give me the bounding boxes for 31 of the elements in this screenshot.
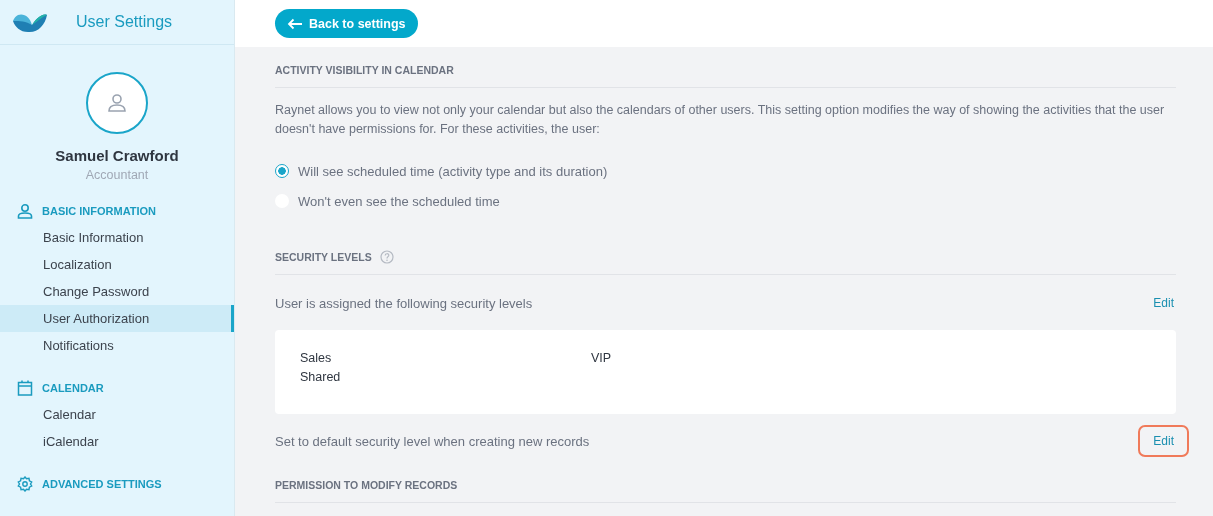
section-heading: BASIC INFORMATION <box>42 205 157 217</box>
person-icon <box>17 203 33 219</box>
nav-item[interactable]: Change Password <box>0 278 234 305</box>
nav-item[interactable]: Calendar <box>0 401 234 428</box>
nav-item[interactable]: Localization <box>0 251 234 278</box>
section-heading: SECURITY LEVELS <box>275 251 372 263</box>
field-label: Set to default security level when creating new records <box>275 433 590 449</box>
radio-option[interactable]: Won't even see the scheduled time <box>275 192 1176 210</box>
field-label: User is assigned the following security levels <box>275 295 533 311</box>
nav-item[interactable]: User Authorization <box>0 305 234 332</box>
radio-button[interactable] <box>275 164 289 178</box>
security-level: Shared <box>300 370 342 384</box>
section-heading: PERMISSION TO MODIFY RECORDS <box>275 479 458 491</box>
section-heading: ACTIVITY VISIBILITY IN CALENDAR <box>275 64 454 76</box>
description: Raynet allows you to view not only your calendar but also the calendars of other users. This setting option modifies the way of showing the activities that the user doesn't have permissions for. For these activities, the user: <box>275 102 1166 138</box>
security-level: VIP <box>591 351 613 365</box>
settings-icon <box>17 476 33 492</box>
nav-item[interactable]: Notifications <box>0 332 234 359</box>
arrow-left-icon <box>287 17 303 30</box>
app-title: User Settings <box>76 13 173 31</box>
user-icon <box>107 93 127 113</box>
radio-option[interactable]: Will see scheduled time (activity type and its duration) <box>275 162 1176 180</box>
help-icon[interactable] <box>379 250 394 264</box>
security-level: Sales <box>300 351 333 365</box>
user-role: Accountant <box>85 168 149 182</box>
calendar-icon <box>17 380 33 396</box>
nav-item[interactable]: Basic Information <box>0 224 234 251</box>
nav-item[interactable]: iCalendar <box>0 428 234 455</box>
section-heading: CALENDAR <box>42 382 104 394</box>
user-name: Samuel Crawford <box>55 147 179 164</box>
section-heading: ADVANCED SETTINGS <box>42 478 162 490</box>
